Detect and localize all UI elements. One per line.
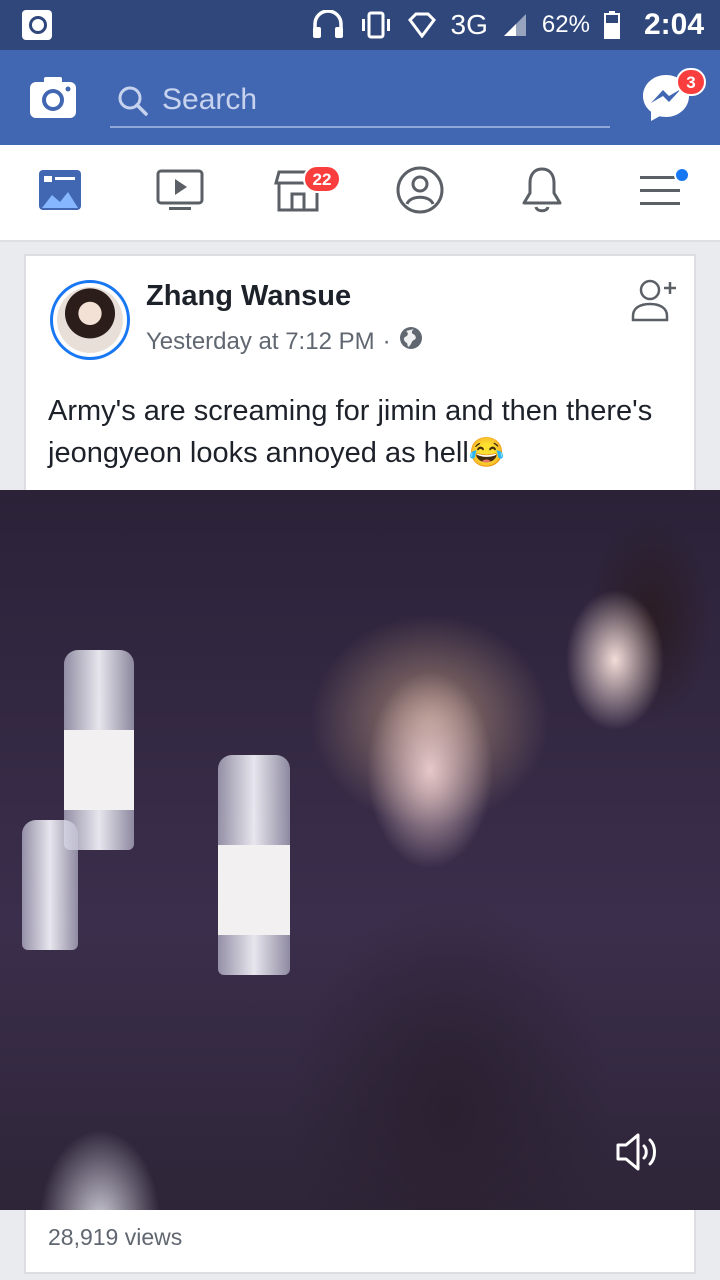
- messenger-badge: 3: [676, 68, 706, 96]
- battery-icon: [603, 11, 620, 39]
- status-icons: 3G 62% 2:04: [311, 8, 704, 42]
- water-bottle: [218, 755, 290, 975]
- meta-separator: ·: [382, 327, 391, 355]
- notification-app-icon: [22, 10, 52, 40]
- tab-news-feed[interactable]: [30, 167, 90, 217]
- signal-icon: [502, 12, 528, 38]
- view-count: 28,919 views: [48, 1224, 183, 1250]
- network-type: 3G: [450, 9, 488, 40]
- watch-icon: [155, 168, 205, 217]
- camera-icon[interactable]: [28, 74, 78, 120]
- menu-notification-dot: [674, 167, 690, 183]
- add-friend-icon[interactable]: [630, 276, 680, 324]
- tab-notifications[interactable]: [512, 167, 572, 217]
- top-bar: [0, 50, 720, 145]
- tab-bar: 22: [0, 145, 720, 242]
- news-feed-icon: [37, 168, 83, 217]
- headset-icon: [311, 10, 345, 40]
- search-bar[interactable]: [110, 72, 610, 128]
- video-player[interactable]: [0, 490, 720, 1210]
- notifications-icon: [519, 165, 565, 220]
- volume-icon[interactable]: [614, 1130, 662, 1174]
- search-icon: [116, 84, 150, 123]
- tab-profile[interactable]: [390, 165, 450, 220]
- post-timestamp[interactable]: Yesterday at 7:12 PM: [146, 328, 375, 356]
- battery-percent: 62%: [541, 11, 590, 38]
- avatar[interactable]: [50, 280, 130, 360]
- status-bar: 3G 62% 2:04: [0, 0, 720, 50]
- post-meta: Yesterday at 7:12 PM ·: [146, 326, 423, 357]
- vibrate-icon: [359, 10, 393, 40]
- tab-watch[interactable]: [150, 167, 210, 217]
- marketplace-badge: 22: [303, 165, 341, 193]
- water-bottle: [64, 650, 134, 850]
- post-text: Army's are screaming for jimin and then …: [48, 395, 653, 469]
- clock: 2:04: [643, 8, 704, 41]
- search-input[interactable]: [162, 78, 602, 122]
- globe-icon: [399, 326, 423, 357]
- water-bottle: [22, 820, 78, 950]
- post-card: Zhang Wansue Yesterday at 7:12 PM · Army…: [0, 254, 720, 1274]
- post-author[interactable]: Zhang Wansue: [146, 280, 351, 313]
- data-saver-icon: [407, 12, 437, 38]
- profile-icon: [395, 165, 445, 220]
